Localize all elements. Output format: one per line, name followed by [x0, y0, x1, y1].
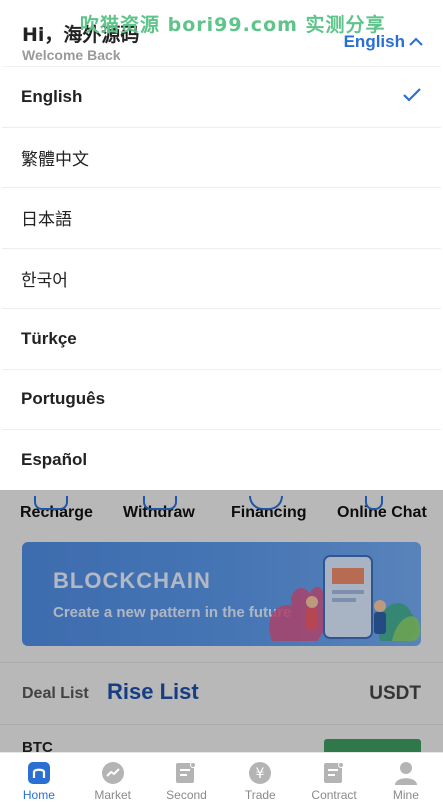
financing-button[interactable]: Financing: [231, 496, 307, 522]
chart-icon: [101, 762, 124, 784]
language-option-traditional-chinese[interactable]: 繁體中文: [2, 126, 441, 188]
chat-icon: [365, 496, 383, 510]
language-option-english[interactable]: English: [2, 66, 441, 127]
nav-trade[interactable]: ¥ Trade: [223, 753, 297, 802]
nav-label: Market: [94, 788, 132, 802]
market-tabs: Deal List Rise List USDT: [0, 662, 443, 720]
nav-mine[interactable]: Mine: [369, 753, 443, 802]
contract-icon: [324, 762, 345, 783]
change-badge: [324, 739, 421, 752]
language-option-spanish[interactable]: Español: [2, 429, 441, 490]
recharge-icon: [34, 496, 68, 510]
language-option-label: 한국어: [21, 270, 68, 290]
document-icon: [176, 762, 197, 783]
language-menu: English 繁體中文 日本語 한국어 Türkçe Português Es…: [2, 66, 441, 490]
banner-subtitle: Create a new pattern in the future: [53, 604, 292, 621]
svg-text:¥: ¥: [256, 766, 265, 782]
home-icon: [27, 762, 50, 784]
welcome-text: Welcome Back: [22, 47, 121, 63]
nav-label: Contract: [311, 788, 357, 802]
nav-label: Mine: [392, 788, 419, 802]
language-option-label: Português: [21, 389, 106, 409]
language-option-portuguese[interactable]: Português: [2, 368, 441, 430]
language-option-label: English: [21, 86, 83, 106]
online-chat-label: Online Chat: [337, 504, 427, 521]
language-toggle[interactable]: English: [344, 32, 423, 52]
language-option-turkish[interactable]: Türkçe: [2, 308, 441, 369]
nav-contract[interactable]: Contract: [297, 753, 371, 802]
bottom-nav: Home Market Second ¥ Trade Contract Mine: [0, 752, 443, 802]
nav-label: Second: [166, 788, 207, 802]
nav-second[interactable]: Second: [150, 753, 224, 802]
nav-market[interactable]: Market: [76, 753, 150, 802]
checkmark-icon: [403, 87, 421, 107]
language-option-label: 日本語: [21, 210, 72, 230]
nav-label: Trade: [244, 788, 276, 802]
tab-deal-list[interactable]: Deal List: [22, 685, 89, 703]
language-option-korean[interactable]: 한국어: [2, 247, 441, 309]
withdraw-icon: [143, 496, 177, 510]
nav-home[interactable]: Home: [2, 753, 76, 802]
nav-label: Home: [22, 788, 55, 802]
home-content: Recharge Withdraw Financing Online Chat …: [0, 490, 443, 752]
language-option-label: Türkçe: [21, 328, 77, 348]
language-option-label: Español: [21, 449, 88, 469]
user-icon: [394, 762, 417, 785]
banner-title: BLOCKCHAIN: [53, 568, 211, 593]
quote-unit-label: USDT: [369, 683, 421, 704]
online-chat-button[interactable]: Online Chat: [337, 496, 427, 522]
yen-coin-icon: ¥: [249, 762, 272, 784]
watermark-text: 吹猫资源 bori99.com 实测分享: [80, 14, 386, 36]
language-option-japanese[interactable]: 日本語: [2, 187, 441, 248]
market-row[interactable]: BTC: [0, 724, 443, 752]
page-header: Hi，海外源码 Welcome Back 吹猫资源 bori99.com 实测分…: [0, 0, 443, 66]
current-language-label: English: [343, 32, 405, 51]
promo-banner[interactable]: BLOCKCHAIN Create a new pattern in the f…: [22, 542, 421, 646]
chevron-up-icon: [409, 37, 423, 46]
withdraw-button[interactable]: Withdraw: [123, 496, 195, 522]
quick-actions: Recharge Withdraw Financing Online Chat: [0, 490, 443, 530]
banner-illustration: [269, 555, 421, 641]
tab-rise-list[interactable]: Rise List: [107, 679, 199, 705]
market-symbol: BTC: [22, 739, 53, 752]
language-option-label: 繁體中文: [21, 149, 89, 169]
recharge-button[interactable]: Recharge: [20, 496, 93, 522]
